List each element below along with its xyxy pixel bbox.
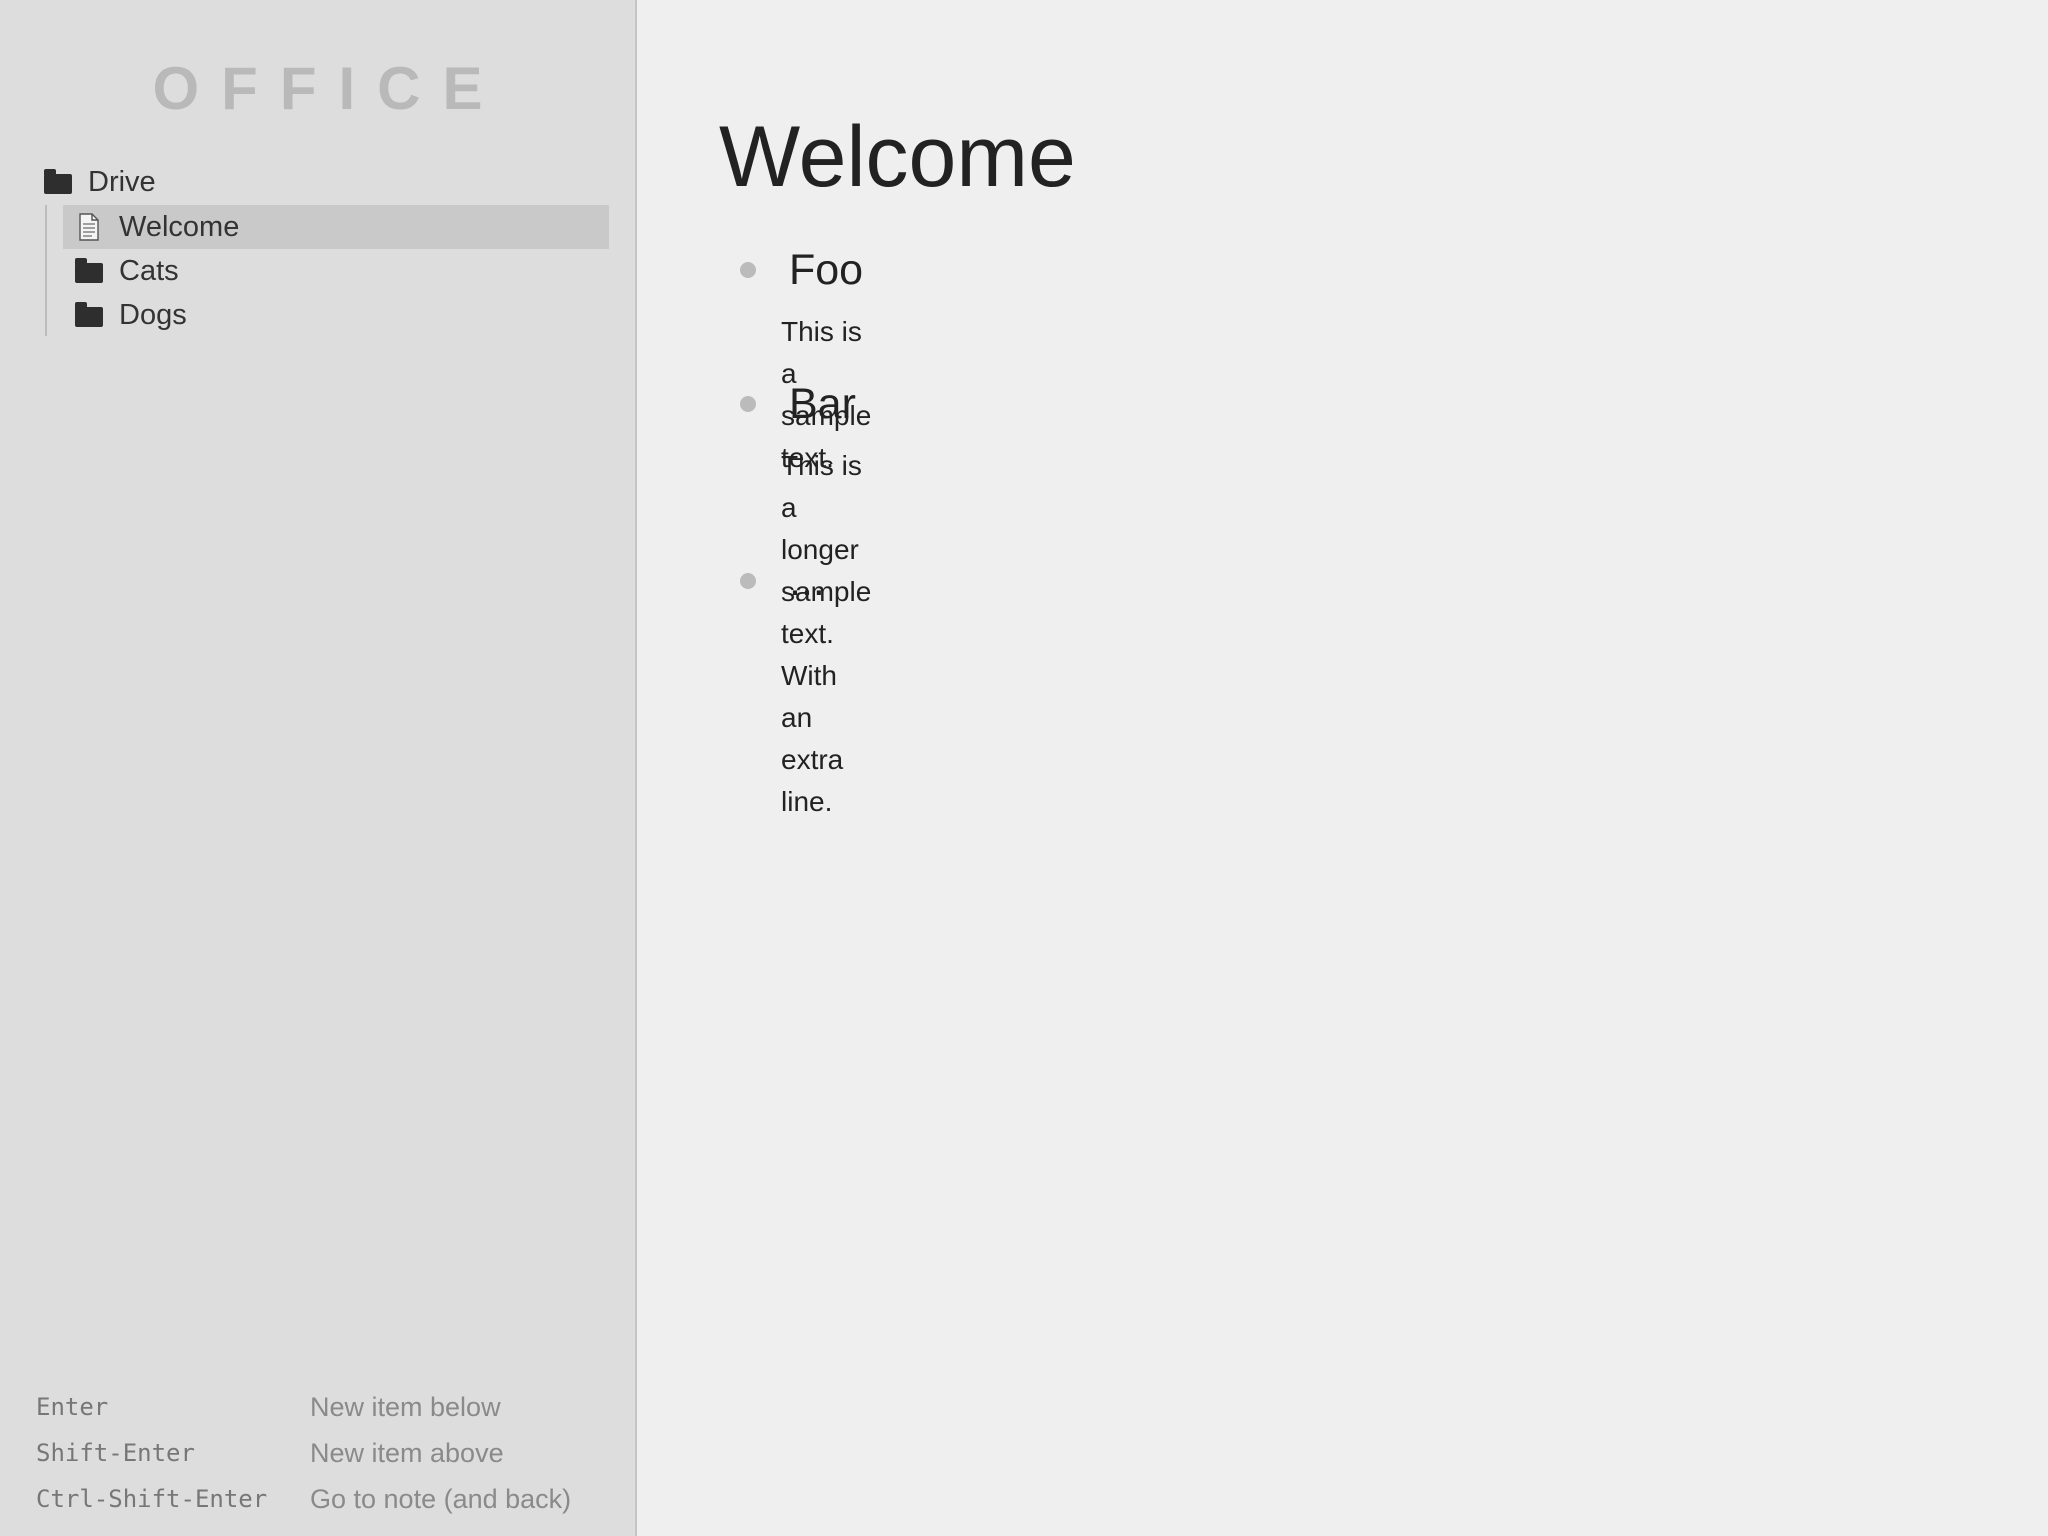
shortcut-row: Enter New item below <box>36 1384 571 1430</box>
tree-item-cats[interactable]: Cats <box>63 249 609 293</box>
shortcut-key: Shift-Enter <box>36 1439 195 1467</box>
outline-item-title[interactable]: Bar <box>789 380 856 429</box>
tree-item-label: Cats <box>119 254 179 287</box>
tree-root-label: Drive <box>88 165 156 198</box>
bullet-icon[interactable] <box>740 396 756 412</box>
shortcut-description: Go to note (and back) <box>310 1483 572 1514</box>
shortcut-key: Ctrl-Shift-Enter <box>36 1485 268 1513</box>
bullet-icon[interactable] <box>740 262 756 278</box>
outline-item-title[interactable]: ... <box>789 557 825 606</box>
keyboard-shortcuts: Enter New item below Shift-Enter New ite… <box>36 1384 571 1522</box>
document-icon <box>79 213 99 241</box>
tree-children: Welcome Cats Dogs <box>45 205 610 336</box>
shortcut-description: New item above <box>310 1437 504 1468</box>
folder-icon <box>75 258 103 283</box>
folder-icon <box>75 302 103 327</box>
shortcut-row: Ctrl-Shift-Enter Go to note (and back) <box>36 1476 571 1522</box>
shortcut-row: Shift-Enter New item above <box>36 1430 571 1476</box>
tree-item-welcome[interactable]: Welcome <box>63 205 609 249</box>
shortcut-key: Enter <box>36 1393 109 1421</box>
tree-root-drive[interactable]: Drive <box>44 162 156 202</box>
tree-item-label: Welcome <box>119 210 240 243</box>
bullet-icon[interactable] <box>740 573 756 589</box>
outline-item-note[interactable]: This is a longer sample text. With an ex… <box>781 445 871 823</box>
app-logo: OFFICE <box>152 55 505 122</box>
outline-item-title[interactable]: Foo <box>789 246 863 295</box>
folder-icon <box>44 169 72 194</box>
main-content: Welcome Foo This is a sample text. Bar T… <box>639 0 2048 1536</box>
tree-item-label: Dogs <box>119 298 187 331</box>
shortcut-description: New item below <box>310 1391 501 1422</box>
tree-item-dogs[interactable]: Dogs <box>63 293 609 337</box>
sidebar: OFFICE Drive Welcome Cats Dogs Enter New… <box>0 0 637 1536</box>
app: OFFICE Drive Welcome Cats Dogs Enter New… <box>0 0 2048 1536</box>
page-title[interactable]: Welcome <box>719 108 1076 207</box>
